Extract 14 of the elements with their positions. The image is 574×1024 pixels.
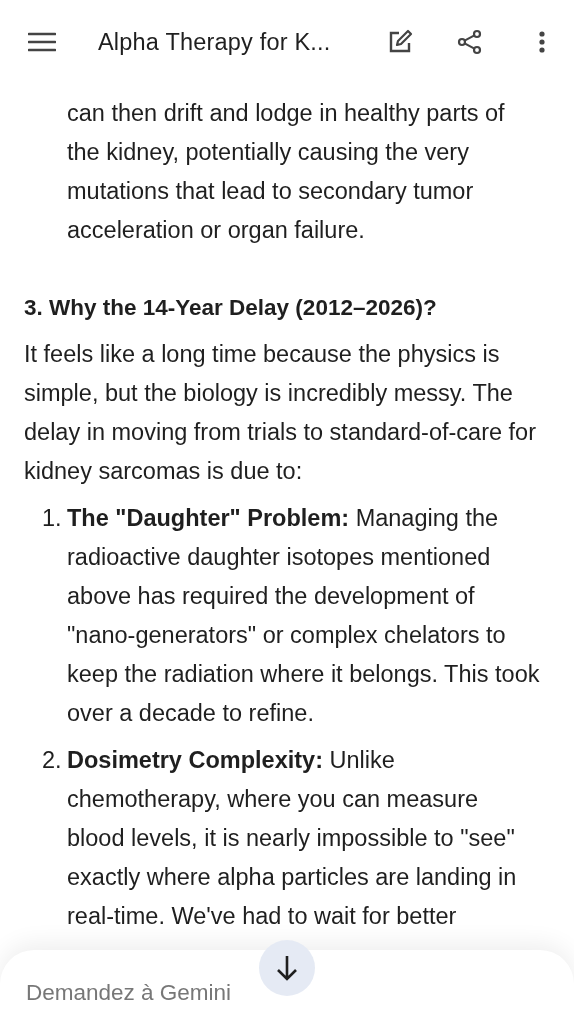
- list-item-text: Dosimetry Complexity: Unlike chemotherapy, where you can measure blood levels, it is nearly impossible to "see" exactly where alpha particles are landing in real-time. We've had to wait for better: [67, 746, 518, 931]
- more-icon: [539, 31, 545, 53]
- chat-title: Alpha Therapy for K...: [98, 28, 332, 56]
- prompt-input[interactable]: Demandez à Gemini: [26, 980, 548, 1006]
- share-icon: [457, 29, 483, 55]
- paragraph: It feels like a long time because the physics is simple, but the biology is incredibly messy. The delay in moving from trials to standard-of-care for kidney sarcomas is due to:: [24, 340, 537, 486]
- list-item-text: The "Daughter" Problem: Managing the radioactive daughter isotopes mentioned above has required the development of "nano-generators" or complex chelators to keep the radiation where it belongs. This took over a decade to refine.: [67, 504, 540, 728]
- paragraph: can then drift and lodge in healthy parts of the kidney, potentially causing the very mutations that lead to secondary tumor acceleration or organ failure.: [67, 99, 506, 245]
- arrow-down-icon: [276, 955, 298, 981]
- list-number: 2.: [41, 746, 63, 775]
- list-number: 1.: [41, 504, 63, 533]
- section-heading: 3. Why the 14-Year Delay (2012–2026)?: [24, 294, 438, 322]
- menu-icon: [28, 32, 56, 52]
- edit-icon: [387, 29, 413, 55]
